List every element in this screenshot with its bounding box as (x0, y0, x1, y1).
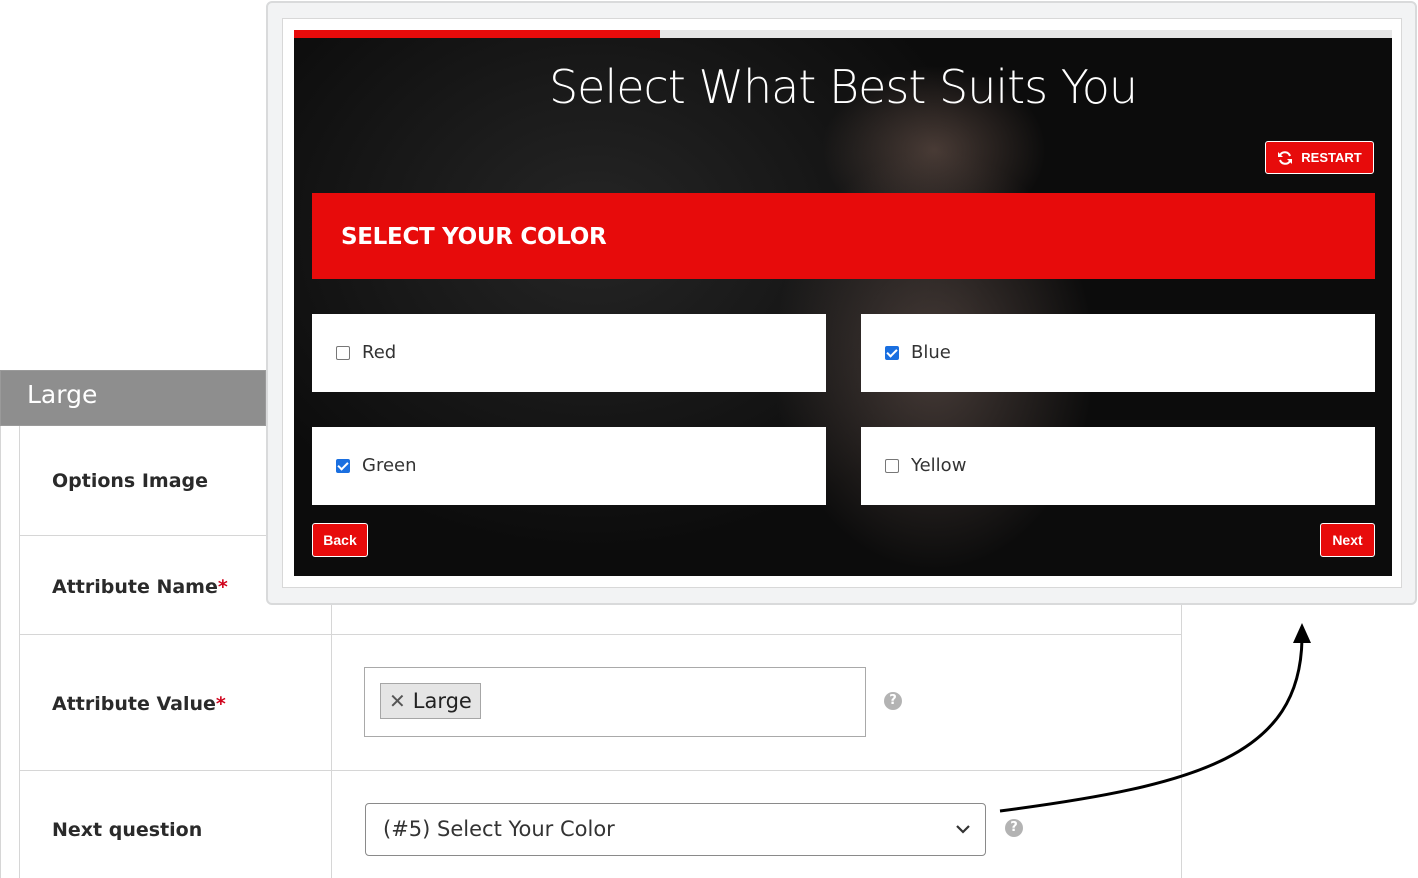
option-header-title: Large (27, 380, 98, 409)
option-checkbox[interactable] (336, 346, 350, 360)
next-button[interactable]: Next (1320, 523, 1375, 557)
panel-left-edge (0, 426, 20, 878)
restart-button[interactable]: RESTART (1265, 141, 1374, 174)
connector-arrow-icon (999, 623, 1311, 813)
option-label: Blue (911, 342, 951, 363)
progress-bar-fill (294, 30, 660, 38)
attribute-value-tag: ✕ Large (380, 683, 481, 719)
answer-option-red[interactable]: Red (312, 314, 826, 392)
option-checkbox[interactable] (885, 346, 899, 360)
answer-option-green[interactable]: Green (312, 427, 826, 505)
option-label: Red (362, 342, 397, 363)
option-checkbox[interactable] (336, 459, 350, 473)
restart-label: RESTART (1301, 150, 1362, 165)
question-text: SELECT YOUR COLOR (341, 224, 607, 250)
remove-tag-icon[interactable]: ✕ (389, 689, 406, 713)
option-label: Yellow (911, 455, 967, 476)
options-image-label: Options Image (52, 470, 209, 492)
refresh-icon (1278, 150, 1293, 165)
row-divider (20, 535, 266, 536)
attribute-name-label: Attribute Name* (52, 576, 228, 598)
option-checkbox[interactable] (885, 459, 899, 473)
column-divider (331, 605, 332, 878)
attribute-value-label: Attribute Value* (52, 693, 226, 715)
option-header: Large (0, 370, 266, 426)
next-question-select[interactable]: (#5) Select Your Color (365, 803, 986, 856)
answer-option-blue[interactable]: Blue (861, 314, 1375, 392)
tag-label: Large (412, 689, 472, 713)
back-button[interactable]: Back (312, 523, 368, 557)
option-label: Green (362, 455, 417, 476)
progress-bar (294, 30, 1392, 38)
quiz-widget: Select What Best Suits You RESTART SELEC… (294, 30, 1392, 576)
question-banner: SELECT YOUR COLOR (312, 193, 1375, 279)
chevron-down-icon (956, 825, 970, 834)
next-question-label: Next question (52, 819, 203, 841)
next-question-selected-value: (#5) Select Your Color (383, 817, 615, 841)
quiz-title: Select What Best Suits You (548, 60, 1138, 114)
answer-option-yellow[interactable]: Yellow (861, 427, 1375, 505)
help-icon[interactable]: ? (884, 692, 902, 710)
attribute-value-tag-input[interactable]: ✕ Large (364, 667, 866, 737)
